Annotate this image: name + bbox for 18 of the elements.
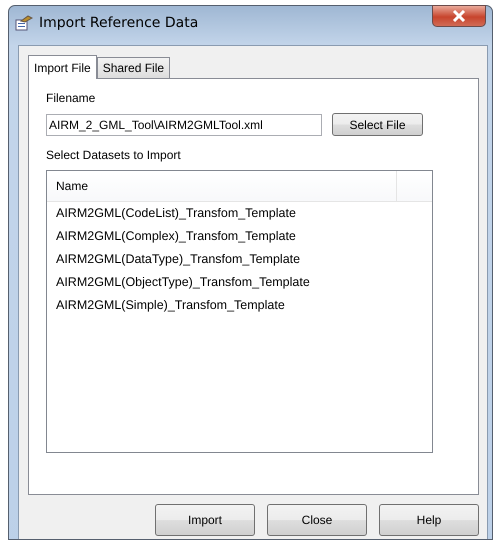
datasets-label: Select Datasets to Import [46, 148, 182, 164]
list-item[interactable]: AIRM2GML(Complex)_Transfom_Template [47, 225, 432, 248]
app-icon [15, 15, 33, 31]
dialog-button[interactable]: Close [267, 504, 367, 536]
close-icon [452, 10, 466, 22]
filename-label: Filename [46, 91, 96, 107]
filename-field[interactable]: AIRM_2_GML_Tool\AIRM2GMLTool.xml [46, 114, 322, 136]
list-item[interactable]: AIRM2GML(CodeList)_Transfom_Template [47, 202, 432, 225]
tab[interactable]: Shared File [96, 57, 170, 78]
list-item[interactable]: AIRM2GML(DataType)_Transfom_Template [47, 248, 432, 271]
dialog-button[interactable]: Import [155, 504, 255, 536]
close-button[interactable] [432, 5, 486, 27]
tab[interactable]: Import File [28, 55, 97, 79]
select-file-button[interactable]: Select File [332, 113, 423, 136]
window-title: Import Reference Data [39, 15, 198, 31]
list-item[interactable]: AIRM2GML(Simple)_Transfom_Template [47, 294, 432, 317]
list-item[interactable]: AIRM2GML(ObjectType)_Transfom_Template [47, 271, 432, 294]
dialog-button[interactable]: Help [379, 504, 479, 536]
